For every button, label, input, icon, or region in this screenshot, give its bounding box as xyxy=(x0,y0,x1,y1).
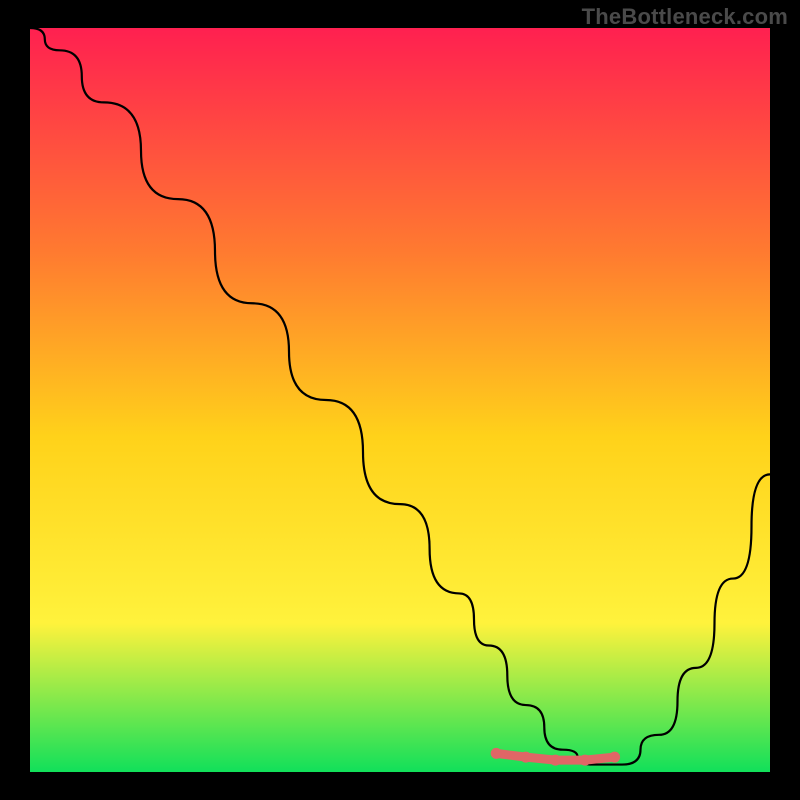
optimal-range-dot xyxy=(491,748,502,759)
optimal-range-dot xyxy=(580,755,591,766)
optimal-range-dot xyxy=(520,752,531,763)
optimal-range-dot xyxy=(550,755,561,766)
chart-frame: TheBottleneck.com xyxy=(0,0,800,800)
optimal-range-dot xyxy=(609,752,620,763)
plot-area xyxy=(30,28,770,772)
watermark-label: TheBottleneck.com xyxy=(582,4,788,30)
bottleneck-chart xyxy=(30,28,770,772)
